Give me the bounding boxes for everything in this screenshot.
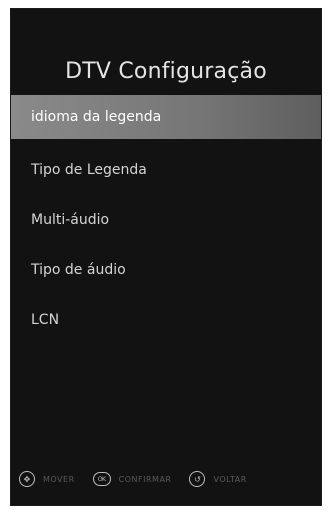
hint-back: ↺ VOLTAR: [189, 471, 246, 487]
hint-label: VOLTAR: [213, 474, 247, 484]
menu-item-lcn[interactable]: LCN: [11, 295, 321, 345]
menu-item-label: Multi-áudio: [31, 212, 110, 228]
menu-item-label: LCN: [31, 312, 60, 328]
key-hints-bar: ✥ MOVER OK CONFIRMAR ↺ VOLTAR: [11, 467, 321, 491]
hint-label: CONFIRMAR: [118, 474, 172, 484]
menu-item-label: idioma da legenda: [31, 109, 162, 125]
back-icon: ↺: [189, 471, 206, 487]
menu-item-subtitle-type[interactable]: Tipo de Legenda: [11, 145, 321, 195]
menu-item-multi-audio[interactable]: Multi-áudio: [11, 195, 321, 245]
page-title: DTV Configuração: [65, 59, 267, 84]
menu-item-label: Tipo de áudio: [31, 262, 126, 278]
dtv-settings-panel: DTV Configuração idioma da legenda Tipo …: [11, 9, 321, 505]
menu-item-subtitle-language[interactable]: idioma da legenda: [11, 95, 321, 139]
hint-move: ✥ MOVER: [19, 471, 75, 487]
hint-label: MOVER: [43, 474, 75, 484]
menu-item-label: Tipo de Legenda: [31, 162, 147, 178]
settings-menu: idioma da legenda Tipo de Legenda Multi-…: [11, 95, 321, 345]
dpad-icon: ✥: [19, 471, 35, 487]
hint-confirm: OK CONFIRMAR: [92, 472, 172, 486]
ok-icon: OK: [92, 472, 111, 486]
menu-item-audio-type[interactable]: Tipo de áudio: [11, 245, 321, 295]
